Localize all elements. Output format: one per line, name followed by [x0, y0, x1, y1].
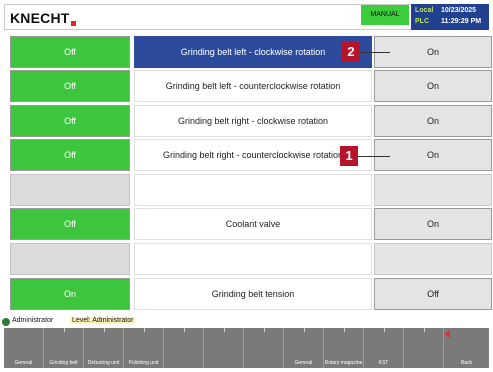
- row4-off-button[interactable]: Off: [10, 139, 130, 171]
- nav-deburring-unit[interactable]: Deburring unit: [84, 328, 124, 368]
- row5-empty-label: [134, 174, 372, 206]
- row1-off-button[interactable]: Off: [10, 36, 130, 68]
- callout-1: 1: [340, 146, 358, 166]
- row5-empty-button: [10, 174, 130, 206]
- nav-empty-5[interactable]: [164, 328, 204, 368]
- user-name: Administrator: [12, 317, 54, 324]
- nav-polishing-unit[interactable]: Polishing unit: [124, 328, 164, 368]
- row4-label: Grinding belt right - counterclockwise r…: [134, 139, 372, 171]
- nav-empty-11[interactable]: [404, 328, 444, 368]
- date-value: 10/23/2025: [441, 7, 477, 14]
- knecht-logo: KNECHT: [10, 10, 70, 26]
- nav-back[interactable]: Back: [444, 328, 489, 368]
- nav-rotary-magazine[interactable]: Rotary magazine: [324, 328, 364, 368]
- back-arrow-icon: [444, 330, 450, 338]
- row8-off-button[interactable]: Off: [374, 278, 492, 310]
- user-level: Level: Administrator: [70, 317, 136, 324]
- callout-1-line: [358, 156, 390, 157]
- nav-general[interactable]: General: [4, 328, 44, 368]
- nav-empty-6[interactable]: [204, 328, 244, 368]
- row6-off-button[interactable]: Off: [10, 208, 130, 240]
- nav-empty-7[interactable]: [244, 328, 284, 368]
- callout-2-line: [360, 52, 390, 53]
- callout-2: 2: [342, 42, 360, 62]
- nav-general-2[interactable]: General: [284, 328, 324, 368]
- row7-empty-label: [134, 243, 372, 275]
- user-icon: [2, 318, 10, 326]
- row3-on-button[interactable]: On: [374, 105, 492, 137]
- location-label: Local: [415, 7, 434, 14]
- row2-off-button[interactable]: Off: [10, 70, 130, 102]
- plc-label: PLC: [415, 18, 429, 25]
- row6-on-button[interactable]: On: [374, 208, 492, 240]
- row3-off-button[interactable]: Off: [10, 105, 130, 137]
- logo-dot: [71, 21, 76, 26]
- row3-label: Grinding belt right - clockwise rotation: [134, 105, 372, 137]
- row1-label: Grinding belt left - clockwise rotation: [134, 36, 372, 68]
- datetime-block: Local 10/23/2025 PLC 11:29:29 PM: [411, 4, 489, 30]
- row1-on-button[interactable]: On: [374, 36, 492, 68]
- mode-indicator: MANUAL: [361, 5, 409, 25]
- row2-label: Grinding belt left - counterclockwise ro…: [134, 70, 372, 102]
- row6-label: Coolant valve: [134, 208, 372, 240]
- row7-empty-right: [374, 243, 492, 275]
- status-bar: Administrator Level: Administrator: [0, 316, 493, 328]
- nav-kst[interactable]: KST: [364, 328, 404, 368]
- row2-on-button[interactable]: On: [374, 70, 492, 102]
- row7-empty-button: [10, 243, 130, 275]
- nav-grinding-belt[interactable]: Grinding belt: [44, 328, 84, 368]
- time-value: 11:29:29 PM: [441, 18, 482, 25]
- bottom-nav: General Grinding belt Deburring unit Pol…: [4, 328, 489, 368]
- row4-on-button[interactable]: On: [374, 139, 492, 171]
- row8-label: Grinding belt tension: [134, 278, 372, 310]
- row8-on-button[interactable]: On: [10, 278, 130, 310]
- row5-empty-right: [374, 174, 492, 206]
